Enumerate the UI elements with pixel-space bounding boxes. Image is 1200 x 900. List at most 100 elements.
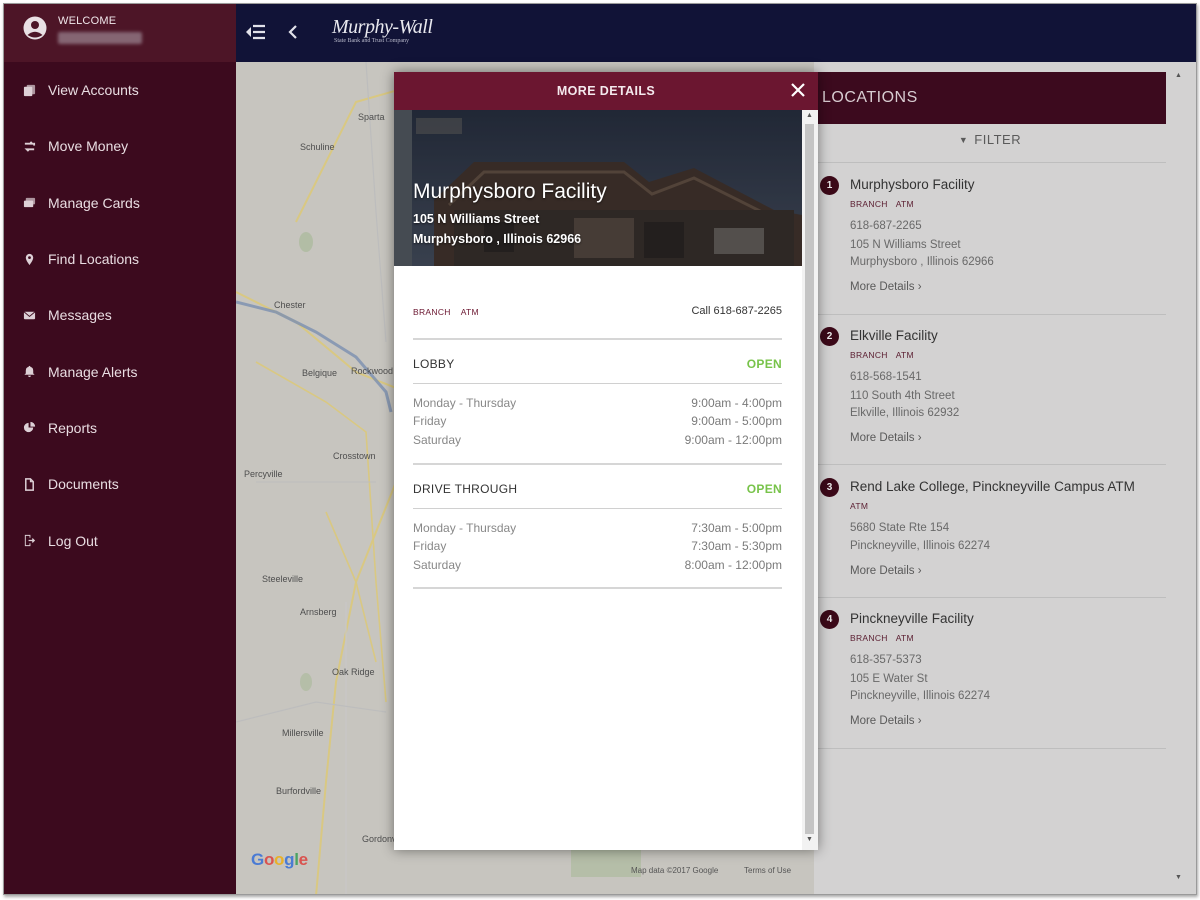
sidebar-item-label: Log Out xyxy=(48,532,98,549)
hours-time: 9:00am - 12:00pm xyxy=(684,433,782,447)
map-label: Crosstown xyxy=(333,451,376,461)
section-title-lobby: LOBBY xyxy=(413,357,455,371)
top-bar: Murphy-Wall State Bank and Trust Company xyxy=(236,4,1196,62)
branch-tag: BRANCH xyxy=(850,633,888,643)
caret-down-icon: ▼ xyxy=(958,135,969,145)
sidebar: WELCOME View Accounts Move Money Manage … xyxy=(4,4,236,894)
sidebar-item-view-accounts[interactable]: View Accounts xyxy=(4,62,236,118)
hours-days: Monday - Thursday xyxy=(413,396,517,410)
divider xyxy=(413,587,782,589)
modal-header: MORE DETAILS xyxy=(394,72,818,110)
document-icon xyxy=(22,477,36,491)
divider xyxy=(818,748,1166,749)
modal-title: MORE DETAILS xyxy=(556,84,656,98)
sidebar-item-messages[interactable]: Messages xyxy=(4,287,236,343)
back-chevron-icon[interactable] xyxy=(286,23,300,41)
lobby-status-badge: OPEN xyxy=(746,357,782,371)
sidebar-item-manage-alerts[interactable]: Manage Alerts xyxy=(4,343,236,399)
more-details-link[interactable]: More Details › xyxy=(850,432,922,444)
hours-row: Saturday 9:00am - 12:00pm xyxy=(413,433,782,447)
atm-tag: ATM xyxy=(460,307,479,317)
sidebar-item-reports[interactable]: Reports xyxy=(4,400,236,456)
branch-tag: BRANCH xyxy=(850,199,888,209)
locations-header: LOCATIONS xyxy=(814,72,1166,124)
hours-time: 9:00am - 5:00pm xyxy=(691,414,782,428)
atm-tag: ATM xyxy=(850,501,869,511)
map-label: Burfordville xyxy=(276,786,322,796)
location-name: Pinckneyville Facility xyxy=(850,611,974,626)
map-label: Chester xyxy=(274,300,306,310)
atm-tag: ATM xyxy=(895,633,914,643)
transfer-icon xyxy=(22,139,36,153)
more-details-link[interactable]: More Details › xyxy=(850,715,922,727)
location-number-badge: 3 xyxy=(820,478,839,497)
location-tags: BRANCH ATM xyxy=(850,633,922,643)
hours-row: Friday 9:00am - 5:00pm xyxy=(413,414,782,428)
divider xyxy=(818,162,1166,163)
more-details-link[interactable]: More Details › xyxy=(850,565,922,577)
location-city: Pinckneyville, Illinois 62274 xyxy=(850,690,990,702)
sidebar-item-move-money[interactable]: Move Money xyxy=(4,118,236,174)
divider xyxy=(818,314,1166,315)
location-phone: 618-687-2265 xyxy=(850,220,922,232)
divider xyxy=(818,597,1166,598)
scroll-down-icon[interactable]: ▼ xyxy=(1175,874,1182,881)
map-label: Arnsberg xyxy=(300,607,337,617)
facility-name: Murphysboro Facility xyxy=(413,180,607,203)
scroll-up-icon[interactable]: ▲ xyxy=(1175,72,1182,79)
welcome-panel: WELCOME xyxy=(4,4,236,62)
map-label: Percyville xyxy=(244,469,283,479)
divider xyxy=(413,338,782,340)
filter-button[interactable]: ▼ FILTER xyxy=(814,132,1166,147)
location-name: Elkville Facility xyxy=(850,328,938,343)
scroll-up-icon[interactable]: ▲ xyxy=(806,112,813,119)
hours-days: Friday xyxy=(413,414,447,428)
sidebar-item-documents[interactable]: Documents xyxy=(4,456,236,512)
location-city: Elkville, Illinois 62932 xyxy=(850,407,960,419)
bank-logo: Murphy-Wall State Bank and Trust Company xyxy=(332,16,433,44)
close-icon[interactable] xyxy=(788,80,808,100)
user-name-redacted xyxy=(58,32,142,44)
atm-tag: ATM xyxy=(895,199,914,209)
app-window: WELCOME View Accounts Move Money Manage … xyxy=(3,3,1197,895)
divider xyxy=(413,508,782,509)
location-tags: BRANCH ATM xyxy=(850,350,922,360)
call-label: Call xyxy=(691,305,711,317)
branch-tag: BRANCH xyxy=(850,350,888,360)
filter-label: FILTER xyxy=(974,132,1022,147)
drive-through-status-badge: OPEN xyxy=(746,482,782,496)
sidebar-item-log-out[interactable]: Log Out xyxy=(4,512,236,568)
branch-tag: BRANCH xyxy=(413,307,451,317)
modal-scrollbar[interactable]: ▲ ▼ xyxy=(802,110,818,850)
call-phone: 618-687-2265 xyxy=(713,305,782,317)
map-pin-icon xyxy=(22,252,36,266)
sidebar-nav: View Accounts Move Money Manage Cards Fi… xyxy=(4,62,236,569)
sidebar-item-label: Reports xyxy=(48,419,98,436)
user-avatar-icon[interactable] xyxy=(23,16,47,40)
hours-time: 9:00am - 4:00pm xyxy=(691,396,782,410)
map-attribution: Map data ©2017 Google xyxy=(631,866,719,875)
location-city: Murphysboro , Illinois 62966 xyxy=(850,256,994,268)
modal-body: Murphysboro Facility 105 N Williams Stre… xyxy=(394,110,802,850)
bell-icon xyxy=(22,365,36,379)
map-terms-link[interactable]: Terms of Use xyxy=(744,866,791,875)
map-label: Schuline xyxy=(300,142,335,152)
hours-time: 8:00am - 12:00pm xyxy=(684,558,782,572)
scroll-down-icon[interactable]: ▼ xyxy=(806,836,813,843)
sidebar-item-manage-cards[interactable]: Manage Cards xyxy=(4,175,236,231)
more-details-link[interactable]: More Details › xyxy=(850,281,922,293)
sidebar-item-find-locations[interactable]: Find Locations xyxy=(4,231,236,287)
scrollbar-thumb[interactable] xyxy=(805,124,814,834)
facility-photo: Murphysboro Facility 105 N Williams Stre… xyxy=(394,110,802,266)
hours-days: Monday - Thursday xyxy=(413,521,517,535)
location-city: Pinckneyville, Illinois 62274 xyxy=(850,540,990,552)
call-link[interactable]: Call 618-687-2265 xyxy=(691,305,782,317)
sidebar-item-label: Documents xyxy=(48,476,119,493)
card-icon xyxy=(22,196,36,210)
collapse-menu-icon[interactable] xyxy=(244,23,266,41)
map-label: Steeleville xyxy=(262,574,304,584)
google-logo: Google xyxy=(251,850,308,869)
locations-title: LOCATIONS xyxy=(822,89,918,106)
sidebar-item-label: Find Locations xyxy=(48,251,140,268)
location-street: 105 E Water St xyxy=(850,673,928,685)
